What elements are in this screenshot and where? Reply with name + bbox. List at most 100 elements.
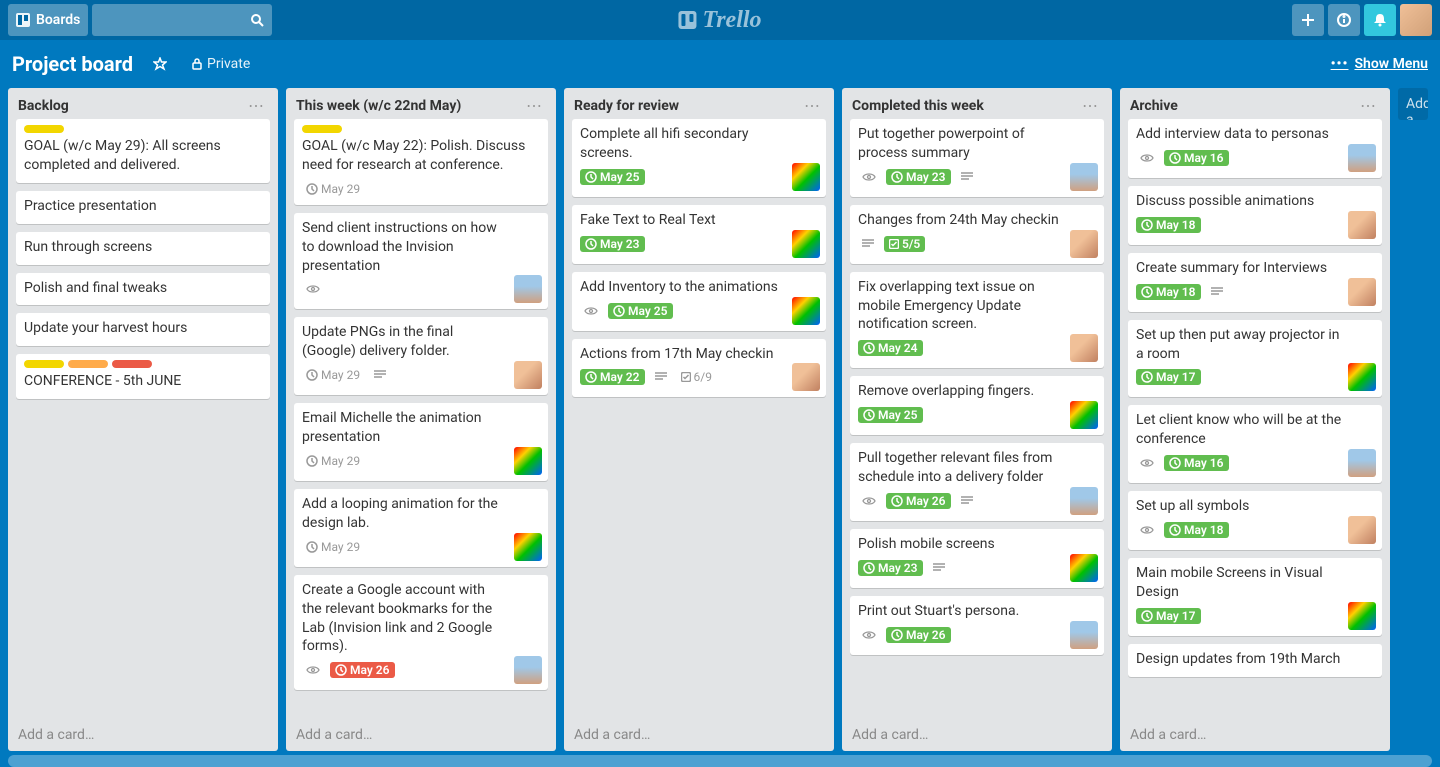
description-icon [961,496,973,506]
card-member-avatar[interactable] [514,447,542,475]
ellipsis-icon: ••• [1331,56,1349,72]
card-member-avatar[interactable] [1070,163,1098,191]
show-menu-button[interactable]: ••• Show Menu [1331,56,1428,72]
label-red [112,360,152,368]
card[interactable]: Fake Text to Real Text May 23 [572,205,826,264]
card-badges: May 16 [1136,148,1342,168]
card[interactable]: Discuss possible animations May 18 [1128,186,1382,245]
card-member-avatar[interactable] [792,163,820,191]
card[interactable]: Create a Google account with the relevan… [294,575,548,691]
create-button[interactable] [1292,4,1324,36]
card-member-avatar[interactable] [792,363,820,391]
description-icon [862,239,874,249]
star-button[interactable] [145,53,175,75]
card[interactable]: Set up all symbols May 18 [1128,491,1382,550]
card-member-avatar[interactable] [514,361,542,389]
card[interactable]: Update PNGs in the final (Google) delive… [294,317,548,395]
card-member-avatar[interactable] [514,656,542,684]
list-menu-button[interactable]: ⋯ [800,96,824,115]
card-member-avatar[interactable] [1348,363,1376,391]
label-orange [68,360,108,368]
board-title[interactable]: Project board [12,52,133,76]
card[interactable]: Let client know who will be at the confe… [1128,405,1382,483]
card-member-avatar[interactable] [514,275,542,303]
card[interactable]: Email Michelle the animation presentatio… [294,403,548,481]
card[interactable]: Polish mobile screens May 23 [850,529,1104,588]
card-member-avatar[interactable] [1348,211,1376,239]
list-title[interactable]: Ready for review [574,98,679,114]
list-menu-button[interactable]: ⋯ [522,96,546,115]
card[interactable]: GOAL (w/c May 29): All screens completed… [16,119,270,183]
card[interactable]: Update your harvest hours [16,313,270,346]
add-list-button[interactable]: Add a list… [1398,88,1428,120]
card-member-avatar[interactable] [1348,516,1376,544]
card[interactable]: CONFERENCE - 5th JUNE [16,354,270,399]
card[interactable]: Complete all hifi secondary screens. May… [572,119,826,197]
card-member-avatar[interactable] [1348,278,1376,306]
card-member-avatar[interactable] [1070,334,1098,362]
card-member-avatar[interactable] [792,297,820,325]
card-member-avatar[interactable] [1070,487,1098,515]
card-member-avatar[interactable] [1348,144,1376,172]
card-title: GOAL (w/c May 22): Polish. Discuss need … [302,137,540,175]
card-member-avatar[interactable] [792,230,820,258]
card[interactable]: Set up then put away projector in a room… [1128,320,1382,398]
info-button[interactable] [1328,4,1360,36]
add-card-button[interactable]: Add a card… [1120,719,1390,751]
card-member-avatar[interactable] [1070,230,1098,258]
list-title[interactable]: This week (w/c 22nd May) [296,98,461,114]
card[interactable]: Print out Stuart's persona. May 26 [850,596,1104,655]
card[interactable]: Run through screens [16,232,270,265]
privacy-button[interactable]: Private [183,52,258,76]
card[interactable]: Add interview data to personas May 16 [1128,119,1382,178]
list-title[interactable]: Archive [1130,98,1178,114]
card[interactable]: Actions from 17th May checkin May 22 6/9 [572,339,826,398]
card-title: Fake Text to Real Text [580,211,786,230]
horizontal-scrollbar[interactable] [8,755,1432,767]
list-cards[interactable]: GOAL (w/c May 22): Polish. Discuss need … [286,119,556,719]
card-member-avatar[interactable] [1070,554,1098,582]
card[interactable]: Send client instructions on how to downl… [294,213,548,310]
clock-icon [335,664,347,676]
card[interactable]: Main mobile Screens in Visual Design May… [1128,558,1382,636]
card-member-avatar[interactable] [1070,401,1098,429]
list-menu-button[interactable]: ⋯ [1356,96,1380,115]
add-card-button[interactable]: Add a card… [564,719,834,751]
card[interactable]: Changes from 24th May checkin 5/5 [850,205,1104,264]
list-cards[interactable]: Put together powerpoint of process summa… [842,119,1112,719]
card[interactable]: Remove overlapping fingers. May 25 [850,376,1104,435]
list-cards[interactable]: Complete all hifi secondary screens. May… [564,119,834,719]
card-member-avatar[interactable] [514,533,542,561]
card[interactable]: GOAL (w/c May 22): Polish. Discuss need … [294,119,548,205]
card-title: Email Michelle the animation presentatio… [302,409,508,447]
add-card-button[interactable]: Add a card… [286,719,556,751]
list-title[interactable]: Backlog [18,98,69,114]
list-menu-button[interactable]: ⋯ [1078,96,1102,115]
card[interactable]: Pull together relevant files from schedu… [850,443,1104,521]
due-badge: May 26 [886,627,951,643]
card[interactable]: Practice presentation [16,191,270,224]
clock-icon [306,541,318,553]
add-card-button[interactable]: Add a card… [8,719,278,751]
notifications-button[interactable] [1364,4,1396,36]
user-avatar[interactable] [1400,4,1432,36]
app-logo[interactable]: Trello [678,7,761,34]
card-member-avatar[interactable] [1348,602,1376,630]
card-member-avatar[interactable] [1348,449,1376,477]
boards-button[interactable]: Boards [8,4,88,36]
list-menu-button[interactable]: ⋯ [244,96,268,115]
card[interactable]: Put together powerpoint of process summa… [850,119,1104,197]
board-canvas[interactable]: Backlog ⋯ GOAL (w/c May 29): All screens c… [0,88,1440,751]
card[interactable]: Create summary for Interviews May 18 [1128,253,1382,312]
list-cards[interactable]: GOAL (w/c May 29): All screens completed… [8,119,278,719]
card-member-avatar[interactable] [1070,621,1098,649]
card[interactable]: Add Inventory to the animations May 25 [572,272,826,331]
card[interactable]: Add a looping animation for the design l… [294,489,548,567]
list-title[interactable]: Completed this week [852,98,984,114]
search-input[interactable] [92,4,272,36]
list-cards[interactable]: Add interview data to personas May 16 Dis… [1120,119,1390,719]
add-card-button[interactable]: Add a card… [842,719,1112,751]
card[interactable]: Polish and final tweaks [16,273,270,306]
card[interactable]: Design updates from 19th March [1128,644,1382,677]
card[interactable]: Fix overlapping text issue on mobile Eme… [850,272,1104,369]
